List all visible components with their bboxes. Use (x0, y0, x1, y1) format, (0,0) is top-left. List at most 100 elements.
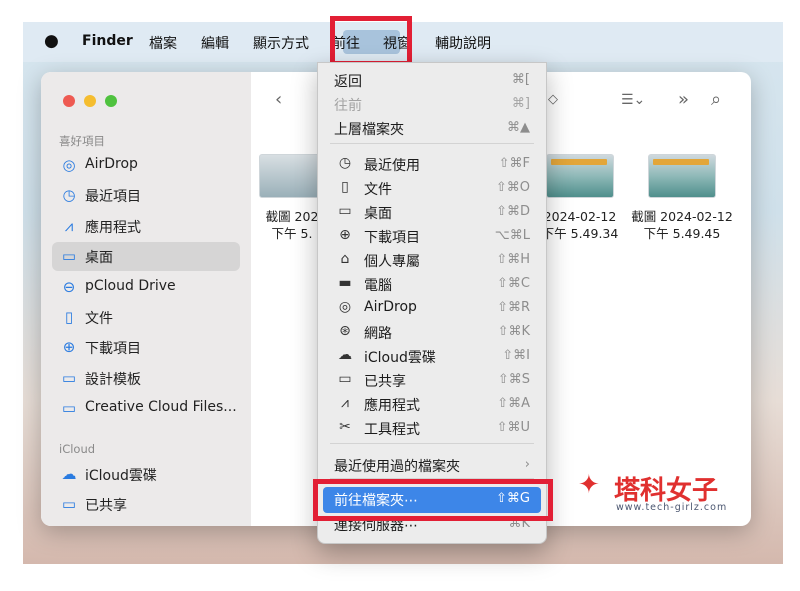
menu-item-label: 應用程式 (364, 398, 420, 414)
menu-item-shortcut: ⇧⌘R (497, 300, 530, 315)
menu-shared[interactable]: ▭ 已共享 ⇧⌘S (318, 369, 546, 393)
menu-app-finder[interactable]: Finder (82, 33, 133, 49)
sidebar-item-label: 應用程式 (85, 219, 141, 236)
folder-icon: ▭ (61, 399, 77, 418)
menu-icloud[interactable]: ☁ iCloud雲碟 ⇧⌘I (318, 345, 546, 369)
menu-view[interactable]: 顯示方式 (253, 33, 309, 53)
network-icon: ⊛ (339, 323, 351, 339)
download-icon: ⊕ (339, 227, 351, 243)
menu-downloads[interactable]: ⊕ 下載項目 ⌥⌘L (318, 225, 546, 249)
menu-separator (330, 143, 534, 144)
sidebar-item[interactable]: ⩘ 應用程式 (52, 212, 240, 241)
menu-forward: 往前 ⌘] (318, 93, 546, 117)
menu-computer[interactable]: ▬ 電腦 ⇧⌘C (318, 273, 546, 297)
menu-bar: ● Finder 檔案 編輯 顯示方式 前往 視窗 輔助說明 (23, 16, 783, 66)
menu-item-shortcut: ⇧⌘U (496, 420, 530, 435)
menu-item-shortcut: ⌘] (511, 96, 530, 111)
sidebar-item-label: 文件 (85, 311, 113, 327)
apple-menu-icon[interactable]: ● (44, 31, 59, 51)
sidebar-item[interactable]: ☁ iCloud雲碟 (52, 460, 240, 489)
group-view-icon[interactable]: ☰⌄ (621, 92, 645, 108)
sort-icon[interactable]: ◇ (548, 92, 558, 107)
menu-utilities[interactable]: ✂ 工具程式 ⇧⌘U (318, 417, 546, 441)
sidebar-item-label: 桌面 (85, 250, 113, 267)
sidebar-section-icloud: iCloud (59, 442, 96, 456)
menu-item-shortcut: ⇧⌘A (497, 396, 530, 411)
apps-icon: ⩘ (341, 395, 349, 411)
menu-item-shortcut: › (524, 457, 530, 472)
menu-back[interactable]: 返回 ⌘[ (318, 69, 546, 93)
desktop-icon: ▭ (61, 247, 77, 266)
file-date: 下午 5.49.34 (541, 226, 619, 241)
menu-desktop[interactable]: ▭ 桌面 ⇧⌘D (318, 201, 546, 225)
sidebar-item-label: AirDrop (85, 156, 138, 172)
menu-airdrop[interactable]: ◎ AirDrop ⇧⌘R (318, 297, 546, 321)
sidebar-section-favorites: 喜好項目 (59, 134, 105, 148)
laptop-icon: ▬ (338, 275, 352, 291)
menu-applications[interactable]: ⩘ 應用程式 ⇧⌘A (318, 393, 546, 417)
back-icon[interactable]: ‹ (275, 89, 282, 110)
zoom-button[interactable] (105, 95, 117, 107)
menu-item-label: 個人專屬 (364, 254, 420, 270)
sidebar-item[interactable]: ⊖ pCloud Drive (52, 273, 240, 302)
clock-icon: ◷ (62, 186, 76, 205)
sidebar-item-label: 已共享 (85, 498, 127, 515)
menu-item-label: iCloud雲碟 (364, 350, 436, 366)
file-item[interactable]: 2024-02-12 下午 5.49.34 (535, 154, 625, 242)
menu-item-shortcut: ⇧⌘I (502, 348, 530, 363)
sidebar-item-label: Creative Cloud Files... (85, 399, 237, 416)
sidebar-item[interactable]: ▭ 設計模板 (52, 364, 240, 393)
shared-folder-icon: ▭ (61, 495, 77, 514)
menu-item-label: 下載項目 (364, 230, 420, 246)
file-thumbnail (546, 154, 614, 198)
cloud-icon: ☁ (338, 347, 352, 363)
search-icon[interactable]: ⌕ (711, 89, 721, 110)
menu-item-label: 桌面 (364, 206, 392, 222)
airdrop-icon: ◎ (62, 156, 76, 174)
folder-icon: ▭ (61, 368, 77, 387)
sidebar-item[interactable]: ▭ 桌面 (52, 242, 240, 272)
minimize-button[interactable] (84, 95, 96, 107)
menu-item-label: 工具程式 (364, 422, 420, 438)
sidebar-item[interactable]: ▭ 已共享 (52, 490, 240, 519)
sidebar-item-label: iCloud雲碟 (85, 468, 157, 484)
menu-documents[interactable]: ▯ 文件 ⇧⌘O (318, 177, 546, 201)
file-item[interactable]: 截圖 2024-02-12 下午 5.49.45 (623, 154, 741, 242)
file-item[interactable]: 截圖 202 下午 5. (259, 154, 327, 242)
menu-item-label: 返回 (334, 74, 362, 90)
sidebar-item[interactable]: ◎ AirDrop (52, 151, 240, 180)
sidebar-item[interactable]: ▭ Creative Cloud Files... (52, 394, 240, 423)
sidebar-item[interactable]: ◷ 最近項目 (52, 181, 240, 210)
menu-item-label: 往前 (334, 98, 362, 114)
menu-file[interactable]: 檔案 (149, 33, 177, 53)
menu-item-label: AirDrop (364, 299, 417, 315)
go-menu-dropdown: 返回 ⌘[往前 ⌘] 上層檔案夾 ⌘▲ ◷ 最近使用 ⇧⌘F ▯ 文件 ⇧⌘O ▭ 桌面 ⇧⌘D ⊕ 下載項目… (317, 62, 547, 544)
menu-network[interactable]: ⊛ 網路 ⇧⌘K (318, 321, 546, 345)
more-icon[interactable]: » (678, 89, 689, 110)
menu-item-shortcut: ⇧⌘H (496, 252, 530, 267)
cloud-icon: ☁ (61, 465, 77, 483)
menu-home[interactable]: ⌂ 個人專屬 ⇧⌘H (318, 249, 546, 273)
sidebar-item[interactable]: ⊕ 下載項目 (52, 333, 240, 362)
menu-item-label: 文件 (364, 182, 392, 198)
menu-item-shortcut: ⌘[ (511, 72, 530, 87)
desktop-icon: ▭ (338, 203, 352, 219)
menu-item-label: 已共享 (364, 374, 406, 390)
go-to-folder-highlight-frame (313, 479, 553, 521)
menu-item-shortcut: ⇧⌘F (498, 156, 530, 171)
menu-edit[interactable]: 編輯 (201, 33, 229, 53)
menu-item-shortcut: ⌥⌘L (494, 228, 530, 243)
home-icon: ⌂ (340, 251, 350, 267)
download-icon: ⊕ (62, 338, 76, 357)
menu-enclosing-folder[interactable]: 上層檔案夾 ⌘▲ (318, 117, 546, 141)
menu-recents[interactable]: ◷ 最近使用 ⇧⌘F (318, 153, 546, 177)
drive-icon: ⊖ (62, 277, 76, 296)
close-button[interactable] (63, 95, 75, 107)
shared-folder-icon: ▭ (338, 371, 352, 387)
menu-help[interactable]: 輔助說明 (435, 33, 491, 53)
sidebar-item[interactable]: ▯ 文件 (52, 303, 240, 332)
menu-recent-folders[interactable]: 最近使用過的檔案夾 › (318, 454, 546, 478)
apps-icon: ⩘ (64, 216, 74, 235)
clock-icon: ◷ (338, 155, 352, 171)
sidebar-item-label: pCloud Drive (85, 277, 176, 294)
